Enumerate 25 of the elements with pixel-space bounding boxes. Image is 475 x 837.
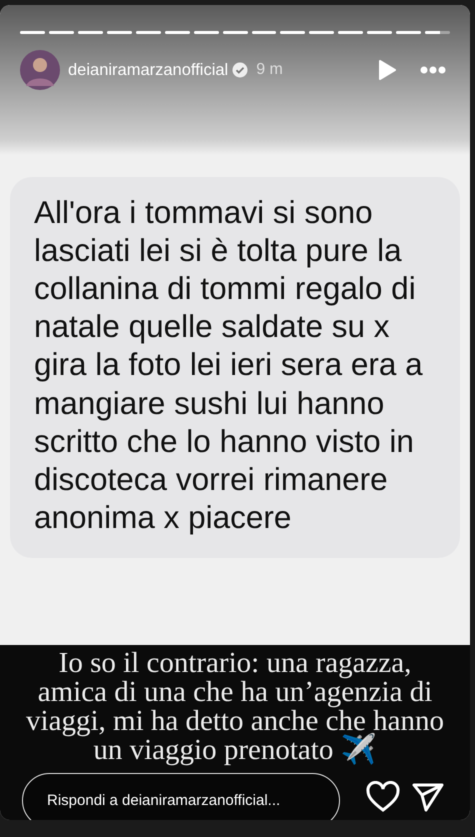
- send-icon[interactable]: [412, 781, 444, 813]
- progress-segment: [367, 31, 392, 34]
- avatar-icon[interactable]: [20, 50, 60, 90]
- progress-segment: [222, 31, 248, 34]
- reply-field[interactable]: Rispondi a deianiramarzanofficial...: [22, 773, 340, 820]
- progress-segment: [48, 31, 74, 34]
- heart-icon[interactable]: [366, 781, 400, 813]
- timestamp: 9 m: [256, 60, 283, 80]
- progress-segment: [425, 31, 450, 34]
- caption-text: Io so il contrario: una ragazza, amica di una che ha un’agenzia di viaggi, mi ha detto anche che hanno un viaggio prenotato ✈: [25, 649, 445, 765]
- progress-segment: [194, 31, 219, 34]
- progress-segment: [106, 31, 132, 34]
- progress-segment: [164, 31, 190, 34]
- progress-segment: [280, 31, 306, 34]
- progress-segment: [136, 31, 161, 34]
- progress-segment: [338, 31, 364, 34]
- progress-segment: [252, 31, 276, 34]
- progress-segment: [78, 31, 103, 34]
- message-bubble: All'ora i tommavi si sono lasciati lei si è tolta pure la collanina di tommi regalo di natale quelle saldate su x gira la foto lei ieri sera era a mangiare sushi lui hanno scritto che lo hanno visto in discoteca vorrei rimanere anonima x piacere: [10, 177, 460, 558]
- play-icon[interactable]: [378, 60, 396, 80]
- progress-segment: [396, 31, 422, 34]
- username[interactable]: deianiramarzanofficial: [68, 58, 228, 82]
- more-icon[interactable]: [420, 66, 446, 74]
- progress-segment: [309, 31, 334, 34]
- progress-segment: [20, 31, 45, 34]
